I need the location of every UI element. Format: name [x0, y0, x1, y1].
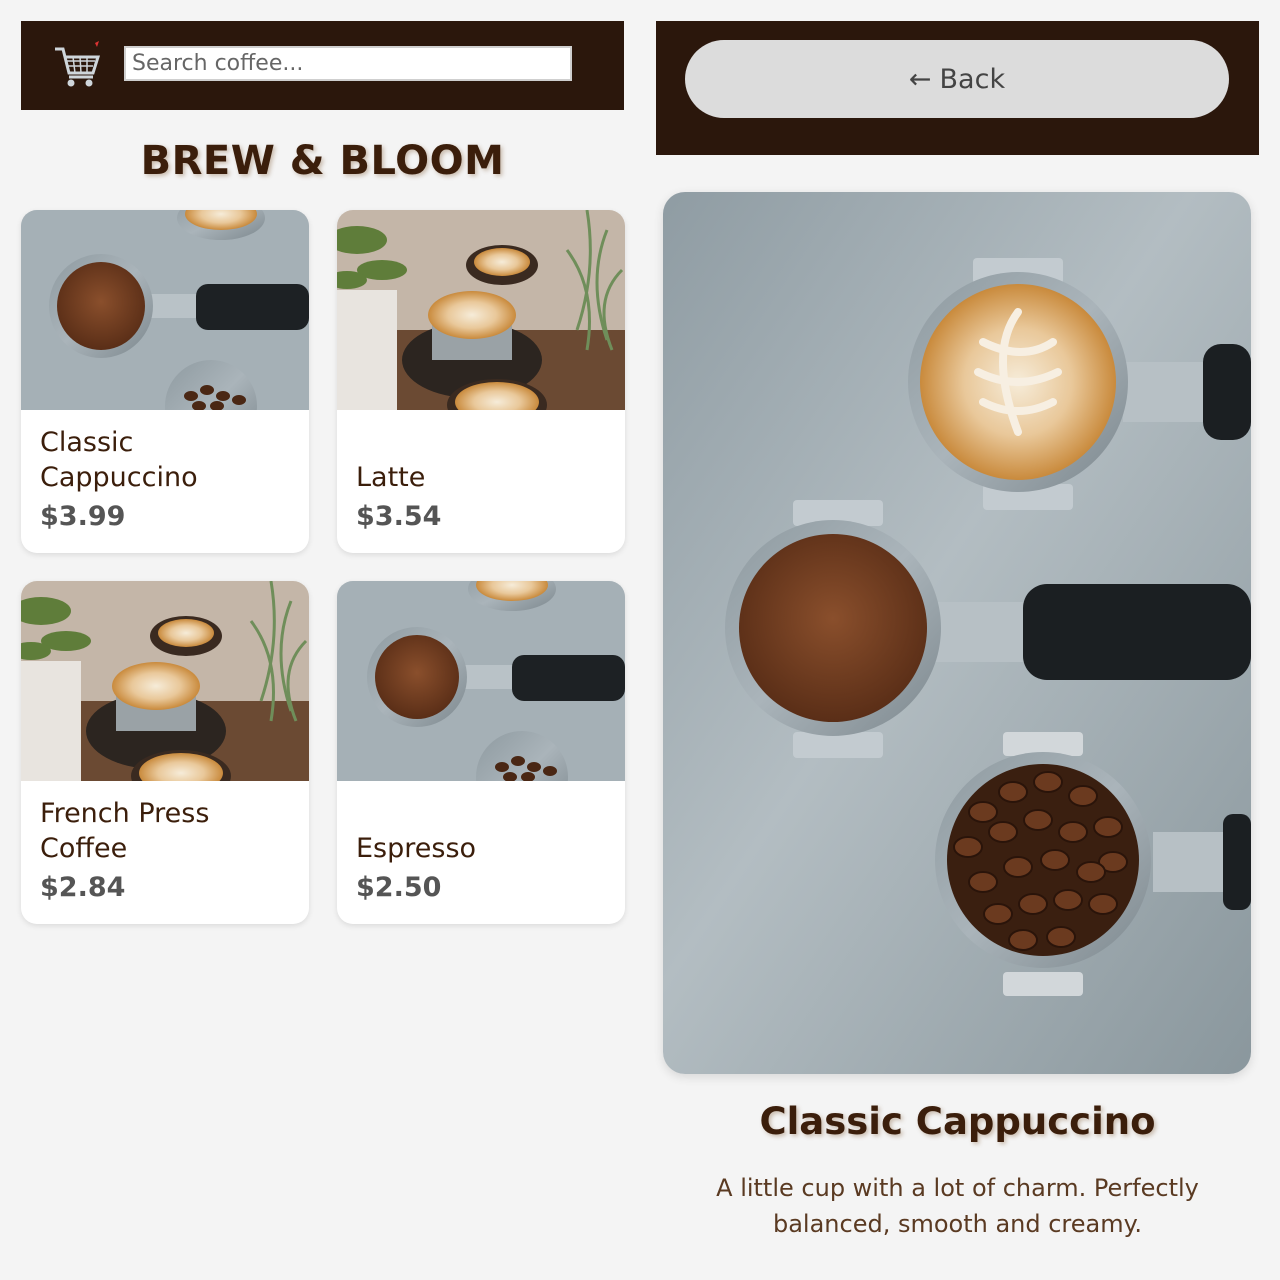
product-name: French Press Coffee	[40, 798, 210, 864]
product-price: $3.99	[40, 501, 126, 532]
product-name: Espresso	[356, 833, 477, 864]
product-price: $2.50	[356, 872, 442, 903]
product-card[interactable]: Latte $3.54	[337, 210, 625, 553]
product-image	[337, 210, 625, 410]
product-card[interactable]: Classic Cappuccino $3.99	[21, 210, 309, 553]
top-bar	[21, 21, 624, 110]
product-price: $2.84	[40, 872, 126, 903]
product-name: Latte	[356, 462, 426, 493]
brand-title: BREW & BLOOM	[140, 138, 505, 184]
search-input[interactable]	[124, 46, 572, 81]
product-card[interactable]: Espresso $2.50	[337, 581, 625, 924]
product-name: Classic Cappuccino	[40, 427, 198, 493]
product-image	[21, 581, 309, 781]
product-card[interactable]: French Press Coffee $2.84	[21, 581, 309, 924]
product-image	[337, 581, 625, 781]
shopping-cart-icon[interactable]	[51, 39, 103, 91]
arrow-left-icon: ←	[908, 63, 932, 95]
back-button[interactable]: ← Back	[685, 40, 1229, 118]
product-price: $3.54	[356, 501, 442, 532]
detail-top-bar: ← Back	[656, 21, 1259, 155]
product-image	[21, 210, 309, 410]
detail-description: A little cup with a lot of charm. Perfec…	[716, 1174, 1199, 1238]
detail-title: Classic Cappuccino	[759, 1100, 1156, 1143]
back-button-label: Back	[939, 63, 1006, 95]
detail-image	[663, 192, 1251, 1074]
